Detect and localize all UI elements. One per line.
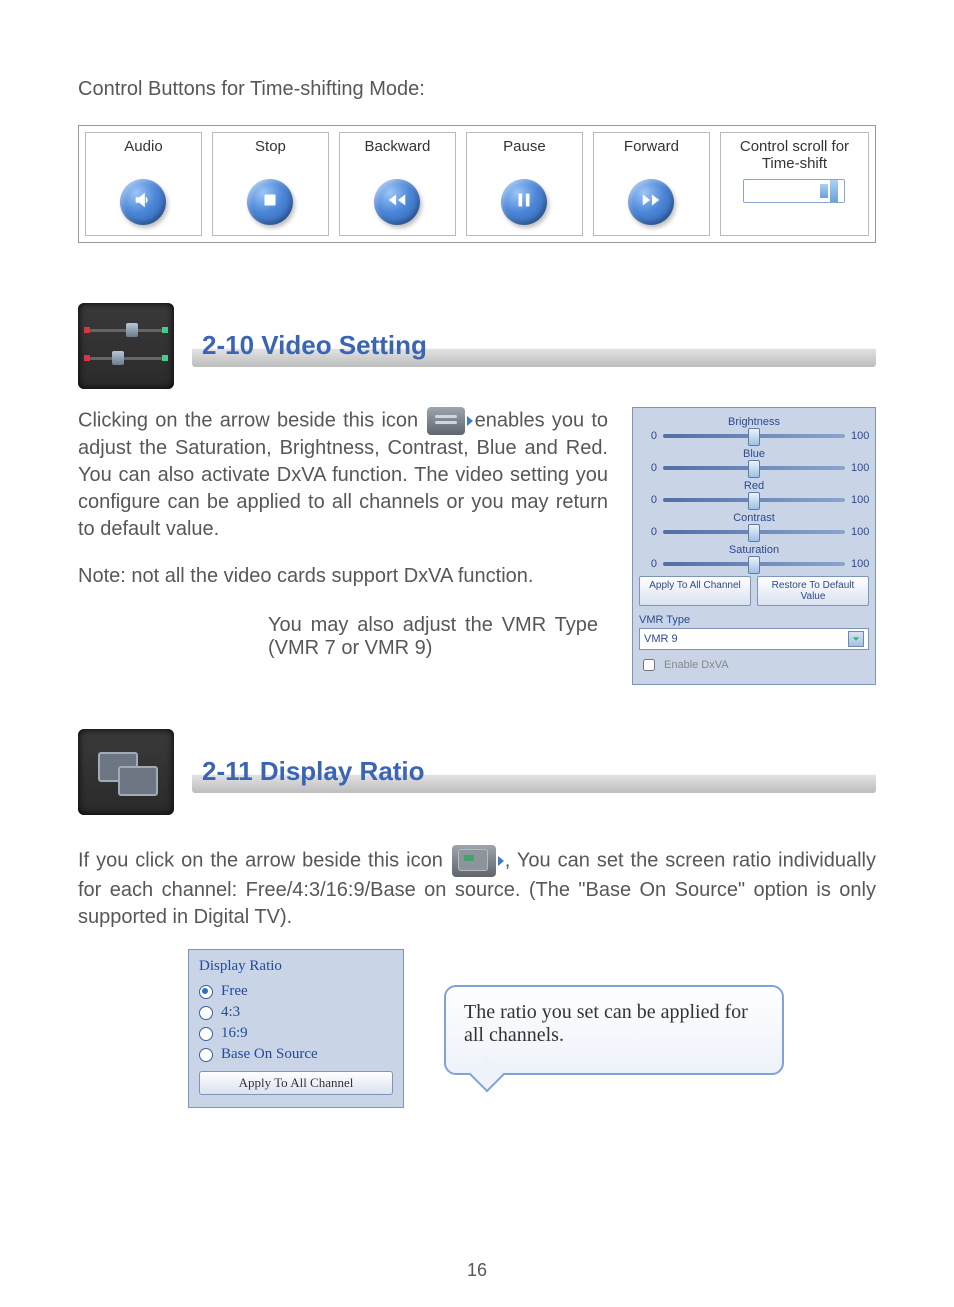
scroll-thumb-end[interactable]: [830, 180, 838, 202]
vmr-type-select[interactable]: VMR 9: [639, 628, 869, 650]
video-paragraph: Clicking on the arrow beside this icon e…: [78, 407, 608, 543]
backward-button[interactable]: [374, 179, 420, 225]
rewind-icon: [386, 189, 408, 215]
ratio-option-16-9[interactable]: 16:9: [199, 1025, 393, 1042]
forward-cell: Forward: [593, 132, 710, 236]
section-title-video: 2-10 Video Setting: [192, 326, 876, 367]
fast-forward-icon: [640, 189, 662, 215]
scroll-label: Control scroll for Time-shift: [725, 139, 864, 173]
slider-label-saturation: Saturation: [639, 544, 869, 556]
section-display-ratio-header: 2-11 Display Ratio: [78, 729, 876, 815]
chevron-down-icon: [848, 631, 864, 647]
stop-cell: Stop: [212, 132, 329, 236]
display-ratio-icon: [78, 729, 174, 815]
slider-label-blue: Blue: [639, 448, 869, 460]
ratio-option-free[interactable]: Free: [199, 983, 393, 1000]
arrow-right-icon: [467, 416, 473, 426]
restore-default-button[interactable]: Restore To Default Value: [757, 576, 869, 606]
vmr-type-label: VMR Type: [639, 614, 869, 626]
saturation-slider[interactable]: [663, 562, 845, 566]
scroll-thumb[interactable]: [820, 184, 828, 197]
pause-cell: Pause: [466, 132, 583, 236]
pause-button[interactable]: [501, 179, 547, 225]
slider-label-brightness: Brightness: [639, 416, 869, 428]
forward-label: Forward: [598, 139, 705, 173]
ratio-option-base-on-source[interactable]: Base On Source: [199, 1046, 393, 1063]
page-number: 16: [0, 1260, 954, 1281]
slider-label-red: Red: [639, 480, 869, 492]
pause-label: Pause: [471, 139, 578, 173]
stop-button[interactable]: [247, 179, 293, 225]
audio-label: Audio: [90, 139, 197, 173]
red-slider[interactable]: [663, 498, 845, 502]
video-settings-panel: Brightness 0100 Blue 0100 Red 0100 Contr…: [632, 407, 876, 685]
callout-bubble: The ratio you set can be applied for all…: [444, 985, 784, 1075]
vmr-paragraph: You may also adjust the VMR Type (VMR 7 …: [78, 614, 608, 660]
enable-dxva-input[interactable]: [643, 659, 655, 671]
ratio-apply-all-button[interactable]: Apply To All Channel: [199, 1071, 393, 1095]
control-buttons-row: Audio Stop Backward Pau: [78, 125, 876, 243]
arrow-right-icon: [498, 856, 504, 866]
video-setting-inline-icon[interactable]: [427, 407, 465, 435]
time-shift-scrollbar[interactable]: [743, 179, 845, 203]
stop-label: Stop: [217, 139, 324, 173]
forward-button[interactable]: [628, 179, 674, 225]
display-paragraph: If you click on the arrow beside this ic…: [78, 845, 876, 931]
display-ratio-title: Display Ratio: [199, 958, 393, 975]
section-video-setting-header: 2-10 Video Setting: [78, 303, 876, 389]
enable-dxva-checkbox[interactable]: Enable DxVA: [639, 656, 869, 674]
slider-label-contrast: Contrast: [639, 512, 869, 524]
brightness-slider[interactable]: [663, 434, 845, 438]
audio-cell: Audio: [85, 132, 202, 236]
stop-icon: [259, 189, 281, 215]
display-ratio-inline-icon[interactable]: [452, 845, 496, 877]
pause-icon: [513, 189, 535, 215]
contrast-slider[interactable]: [663, 530, 845, 534]
section-title-display: 2-11 Display Ratio: [192, 752, 876, 793]
scroll-cell: Control scroll for Time-shift: [720, 132, 869, 236]
display-ratio-panel: Display Ratio Free 4:3 16:9 Base On Sour…: [188, 949, 404, 1108]
blue-slider[interactable]: [663, 466, 845, 470]
intro-text: Control Buttons for Time-shifting Mode:: [78, 78, 876, 101]
audio-button[interactable]: [120, 179, 166, 225]
backward-cell: Backward: [339, 132, 456, 236]
ratio-option-4-3[interactable]: 4:3: [199, 1004, 393, 1021]
video-setting-icon: [78, 303, 174, 389]
apply-all-channel-button[interactable]: Apply To All Channel: [639, 576, 751, 606]
backward-label: Backward: [344, 139, 451, 173]
video-note: Note: not all the video cards support Dx…: [78, 563, 608, 590]
speaker-icon: [132, 189, 154, 215]
